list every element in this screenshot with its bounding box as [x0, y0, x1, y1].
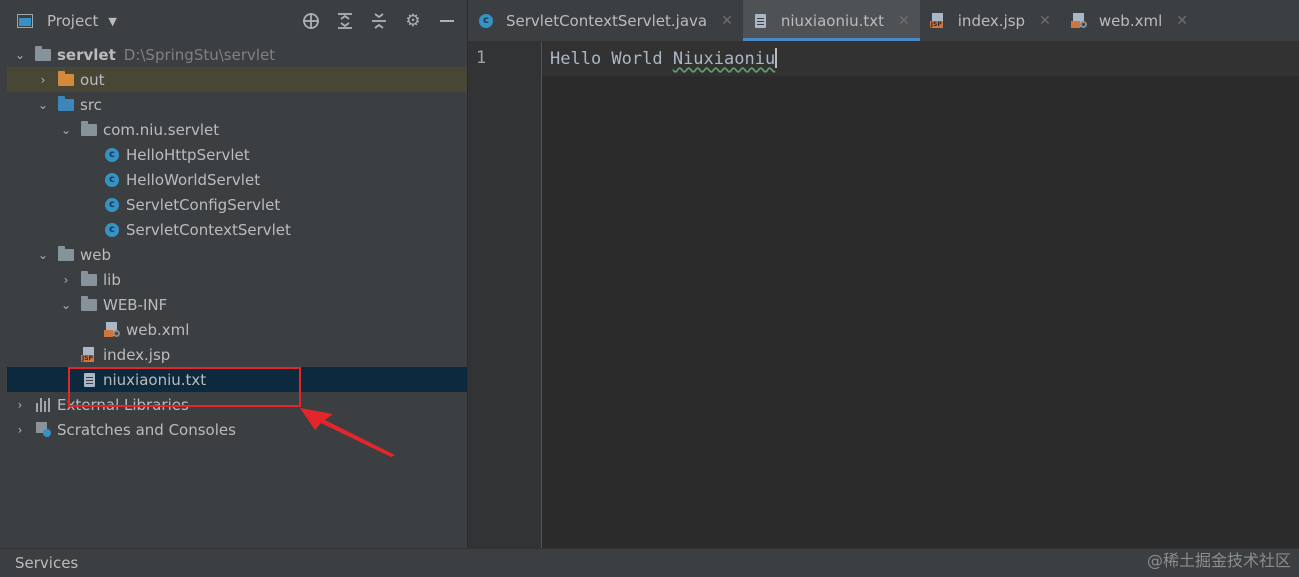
tree-item-label: servlet: [57, 45, 116, 64]
tree-item-label: niuxiaoniu.txt: [103, 370, 207, 389]
line-number-gutter: 1: [468, 42, 542, 548]
tree-item-class[interactable]: › c ServletConfigServlet: [7, 192, 467, 217]
tree-item-out[interactable]: › out: [7, 67, 467, 92]
tree-item-package[interactable]: ⌄ com.niu.servlet: [7, 117, 467, 142]
chevron-right-icon[interactable]: ›: [13, 423, 27, 437]
chevron-right-icon[interactable]: ›: [59, 273, 73, 287]
tree-item-label: External Libraries: [57, 395, 189, 414]
xml-file-icon: [1070, 13, 1087, 29]
jsp-file-icon: JSP: [929, 13, 946, 29]
editor-pane: c ServletContextServlet.java ✕ niuxiaoni…: [468, 0, 1299, 548]
tree-item-label: lib: [103, 270, 121, 289]
close-icon[interactable]: ✕: [1039, 13, 1051, 29]
tree-item-src[interactable]: ⌄ src: [7, 92, 467, 117]
web-folder-icon: [58, 245, 74, 263]
tree-item-class[interactable]: › c HelloWorldServlet: [7, 167, 467, 192]
tree-item-label: index.jsp: [103, 345, 171, 364]
chevron-down-icon[interactable]: ⌄: [13, 48, 27, 62]
code-text: Hello World: [550, 49, 673, 69]
tree-item-label: ServletContextServlet: [126, 220, 291, 239]
line-number: 1: [476, 48, 487, 68]
tree-item-label: Scratches and Consoles: [57, 420, 236, 439]
locate-file-icon[interactable]: [301, 11, 321, 31]
close-icon[interactable]: ✕: [1176, 13, 1188, 29]
tree-item-label: ServletConfigServlet: [126, 195, 281, 214]
tab-label: index.jsp: [957, 11, 1026, 30]
tree-item-class[interactable]: › c ServletContextServlet: [7, 217, 467, 242]
tree-item-lib[interactable]: › lib: [7, 267, 467, 292]
project-panel-title[interactable]: Project: [47, 12, 98, 30]
tree-item-web[interactable]: ⌄ web: [7, 242, 467, 267]
close-icon[interactable]: ✕: [898, 13, 910, 29]
folder-icon: [81, 295, 97, 313]
watermark: @稀土掘金技术社区: [1146, 551, 1291, 570]
tab-label: ServletContextServlet.java: [506, 11, 708, 30]
tree-item-label: WEB-INF: [103, 295, 168, 314]
package-icon: [81, 120, 97, 138]
code-line[interactable]: Hello World Niuxiaoniu: [550, 48, 778, 69]
java-class-icon: c: [104, 172, 120, 188]
tree-item-servlet[interactable]: ⌄ servlet D:\SpringStu\servlet: [7, 42, 467, 67]
gear-icon[interactable]: ⚙: [403, 11, 423, 31]
tree-item-class[interactable]: › c HelloHttpServlet: [7, 142, 467, 167]
collapse-all-icon[interactable]: [369, 11, 389, 31]
java-class-icon: c: [104, 197, 120, 213]
tree-item-label: src: [80, 95, 102, 114]
source-folder-icon: [58, 95, 74, 113]
java-class-icon: c: [104, 222, 120, 238]
tree-item-label: web.xml: [126, 320, 190, 339]
chevron-down-icon[interactable]: ⌄: [59, 298, 73, 312]
library-icon: [35, 397, 51, 413]
chevron-down-icon[interactable]: ⌄: [59, 123, 73, 137]
chevron-right-icon[interactable]: ›: [36, 73, 50, 87]
project-panel: Project ▼ ⚙ ⌄ servlet D:\SpringStu\servl…: [7, 0, 468, 548]
close-icon[interactable]: ✕: [721, 13, 733, 29]
tab-label: web.xml: [1098, 11, 1163, 30]
tree-item-webinf[interactable]: ⌄ WEB-INF: [7, 292, 467, 317]
text-editor[interactable]: 1 Hello World Niuxiaoniu: [468, 42, 1299, 548]
tab-web-xml[interactable]: web.xml ✕: [1061, 0, 1198, 41]
panel-toolbar: ⚙: [301, 0, 457, 42]
tree-item-indexjsp[interactable]: › JSP index.jsp: [7, 342, 467, 367]
excluded-folder-icon: [58, 70, 74, 88]
jsp-file-icon: JSP: [81, 347, 97, 363]
services-tool-button[interactable]: Services: [15, 554, 78, 572]
tree-item-label: out: [80, 70, 105, 89]
folder-icon: [81, 270, 97, 288]
text-file-icon: [81, 372, 97, 388]
tree-item-label: web: [80, 245, 112, 264]
tree-item-webxml[interactable]: › web.xml: [7, 317, 467, 342]
code-text-typo: Niuxiaoniu: [672, 49, 776, 69]
chevron-down-icon[interactable]: ⌄: [36, 248, 50, 262]
editor-tab-bar: c ServletContextServlet.java ✕ niuxiaoni…: [468, 0, 1299, 42]
scratches-icon: [35, 422, 51, 438]
tree-item-label: HelloWorldServlet: [126, 170, 261, 189]
tree-item-label: com.niu.servlet: [103, 120, 220, 139]
text-file-icon: [753, 13, 769, 29]
tree-item-label: HelloHttpServlet: [126, 145, 250, 164]
tab-index-jsp[interactable]: JSP index.jsp ✕: [920, 0, 1061, 41]
expand-all-icon[interactable]: [335, 11, 355, 31]
chevron-down-icon[interactable]: ▼: [108, 15, 116, 28]
status-bar: Services: [0, 548, 1299, 577]
module-path: D:\SpringStu\servlet: [123, 45, 276, 64]
chevron-right-icon[interactable]: ›: [13, 398, 27, 412]
module-folder-icon: [35, 45, 51, 63]
tab-niuxiaoniu-txt[interactable]: niuxiaoniu.txt ✕: [742, 0, 920, 41]
tab-label: niuxiaoniu.txt: [780, 11, 885, 30]
java-class-icon: c: [478, 13, 494, 29]
hide-panel-icon[interactable]: [437, 11, 457, 31]
tree-item-niuxiaoniu-txt[interactable]: › niuxiaoniu.txt: [7, 367, 467, 392]
java-class-icon: c: [104, 147, 120, 163]
project-tree: ⌄ servlet D:\SpringStu\servlet › out ⌄ s…: [7, 42, 467, 442]
project-icon: [17, 13, 33, 29]
annotation-arrow: [300, 408, 395, 457]
text-caret: [775, 48, 778, 68]
xml-file-icon: [104, 322, 120, 338]
project-panel-header: Project ▼ ⚙: [7, 0, 467, 42]
tab-servletcontextservlet[interactable]: c ServletContextServlet.java ✕: [468, 0, 743, 41]
chevron-down-icon[interactable]: ⌄: [36, 98, 50, 112]
